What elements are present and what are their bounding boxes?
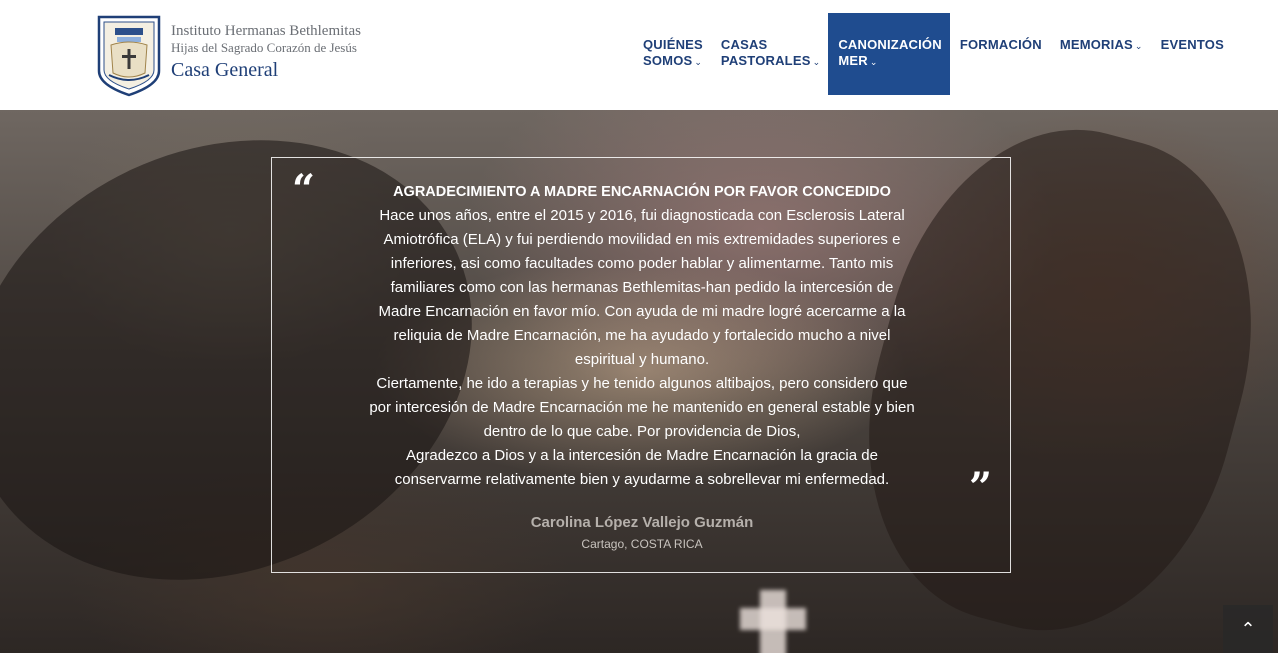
nav-casas-pastorales[interactable]: CASAS PASTORALES ⌄ bbox=[711, 13, 828, 95]
chevron-down-icon: ⌄ bbox=[869, 57, 878, 67]
testimonial-line: por intercesión de Madre Encarnación me … bbox=[369, 399, 915, 416]
site-header: Instituto Hermanas Bethlemitas Hijas del… bbox=[0, 0, 1278, 110]
nav-eventos[interactable]: EVENTOS bbox=[1151, 13, 1232, 95]
cross-glow bbox=[740, 608, 806, 630]
testimonial-content: AGRADECIMIENTO A MADRE ENCARNACIÓN POR F… bbox=[348, 180, 936, 492]
nav-canonizacion-mer[interactable]: CANONIZACIÓN MER ⌄ bbox=[828, 13, 950, 95]
author-location: Cartago, COSTA RICA bbox=[581, 537, 703, 551]
nav-label-line1: MEMORIAS bbox=[1059, 37, 1133, 52]
testimonial-line: Agradezco a Dios y a la intercesión de M… bbox=[406, 447, 878, 464]
testimonial-line: familiares como con las hermanas Bethlem… bbox=[390, 279, 894, 296]
nav-label-line1: FORMACIÓN bbox=[959, 37, 1042, 52]
nav-memorias[interactable]: MEMORIAS ⌄ bbox=[1050, 13, 1151, 95]
nav-label-line1: QUIÉNES bbox=[643, 37, 703, 52]
nav-label-line1: EVENTOS bbox=[1160, 37, 1224, 52]
testimonial-author: Carolina López Vallejo Guzmán Cartago, C… bbox=[272, 513, 1012, 553]
main-nav: QUIÉNES SOMOS ⌄ CASAS PASTORALES ⌄ CANONIZ… bbox=[633, 13, 1232, 95]
testimonial-line: inferiores, asi como facultades como pod… bbox=[390, 255, 894, 272]
testimonial-line: conservarme relativamente bien y ayudarm… bbox=[394, 471, 890, 488]
logo-subtitle: Hijas del Sagrado Corazón de Jesús bbox=[171, 40, 357, 55]
logo-title: Instituto Hermanas Bethlemitas bbox=[171, 23, 361, 39]
site-logo[interactable]: Instituto Hermanas Bethlemitas Hijas del… bbox=[97, 15, 361, 97]
nav-label-line2: MER bbox=[838, 53, 868, 68]
testimonial-line: espiritual y humano. bbox=[574, 351, 710, 368]
nav-label-line1: CANONIZACIÓN bbox=[838, 37, 942, 52]
nav-label-line2: PASTORALES bbox=[720, 53, 811, 68]
testimonial-line: Amiotrófica (ELA) y fui perdiendo movili… bbox=[383, 231, 901, 248]
testimonial-title: AGRADECIMIENTO A MADRE ENCARNACIÓN POR F… bbox=[393, 184, 891, 200]
chevron-up-icon: ⌃ bbox=[1240, 619, 1256, 639]
testimonial-line: reliquia de Madre Encarnación, me ha ayu… bbox=[393, 327, 891, 344]
testimonial-line: Ciertamente, he ido a terapias y he teni… bbox=[376, 375, 908, 392]
chevron-down-icon: ⌄ bbox=[694, 57, 703, 67]
crest-icon bbox=[97, 15, 161, 97]
testimonial-line: dentro de lo que cabe. Por providencia d… bbox=[483, 423, 801, 440]
open-quote-icon: “ bbox=[292, 166, 316, 213]
testimonial-line: Madre Encarnación en favor mío. Con ayud… bbox=[378, 303, 906, 320]
logo-casa-general: Casa General bbox=[171, 59, 279, 81]
nav-formacion[interactable]: FORMACIÓN bbox=[950, 13, 1050, 95]
testimonial-box: “ ” AGRADECIMIENTO A MADRE ENCARNACIÓN P… bbox=[271, 157, 1011, 573]
nav-quienes-somos[interactable]: QUIÉNES SOMOS ⌄ bbox=[633, 13, 711, 95]
scroll-to-top-button[interactable]: ⌃ bbox=[1223, 605, 1273, 653]
chevron-down-icon: ⌄ bbox=[812, 57, 821, 67]
testimonial-line: Hace unos años, entre el 2015 y 2016, fu… bbox=[379, 207, 905, 224]
chevron-down-icon: ⌄ bbox=[1134, 41, 1143, 51]
close-quote-icon: ” bbox=[969, 464, 993, 511]
author-name: Carolina López Vallejo Guzmán bbox=[530, 514, 754, 531]
nav-label-line1: CASAS bbox=[720, 37, 768, 52]
nav-label-line2: SOMOS bbox=[643, 53, 693, 68]
